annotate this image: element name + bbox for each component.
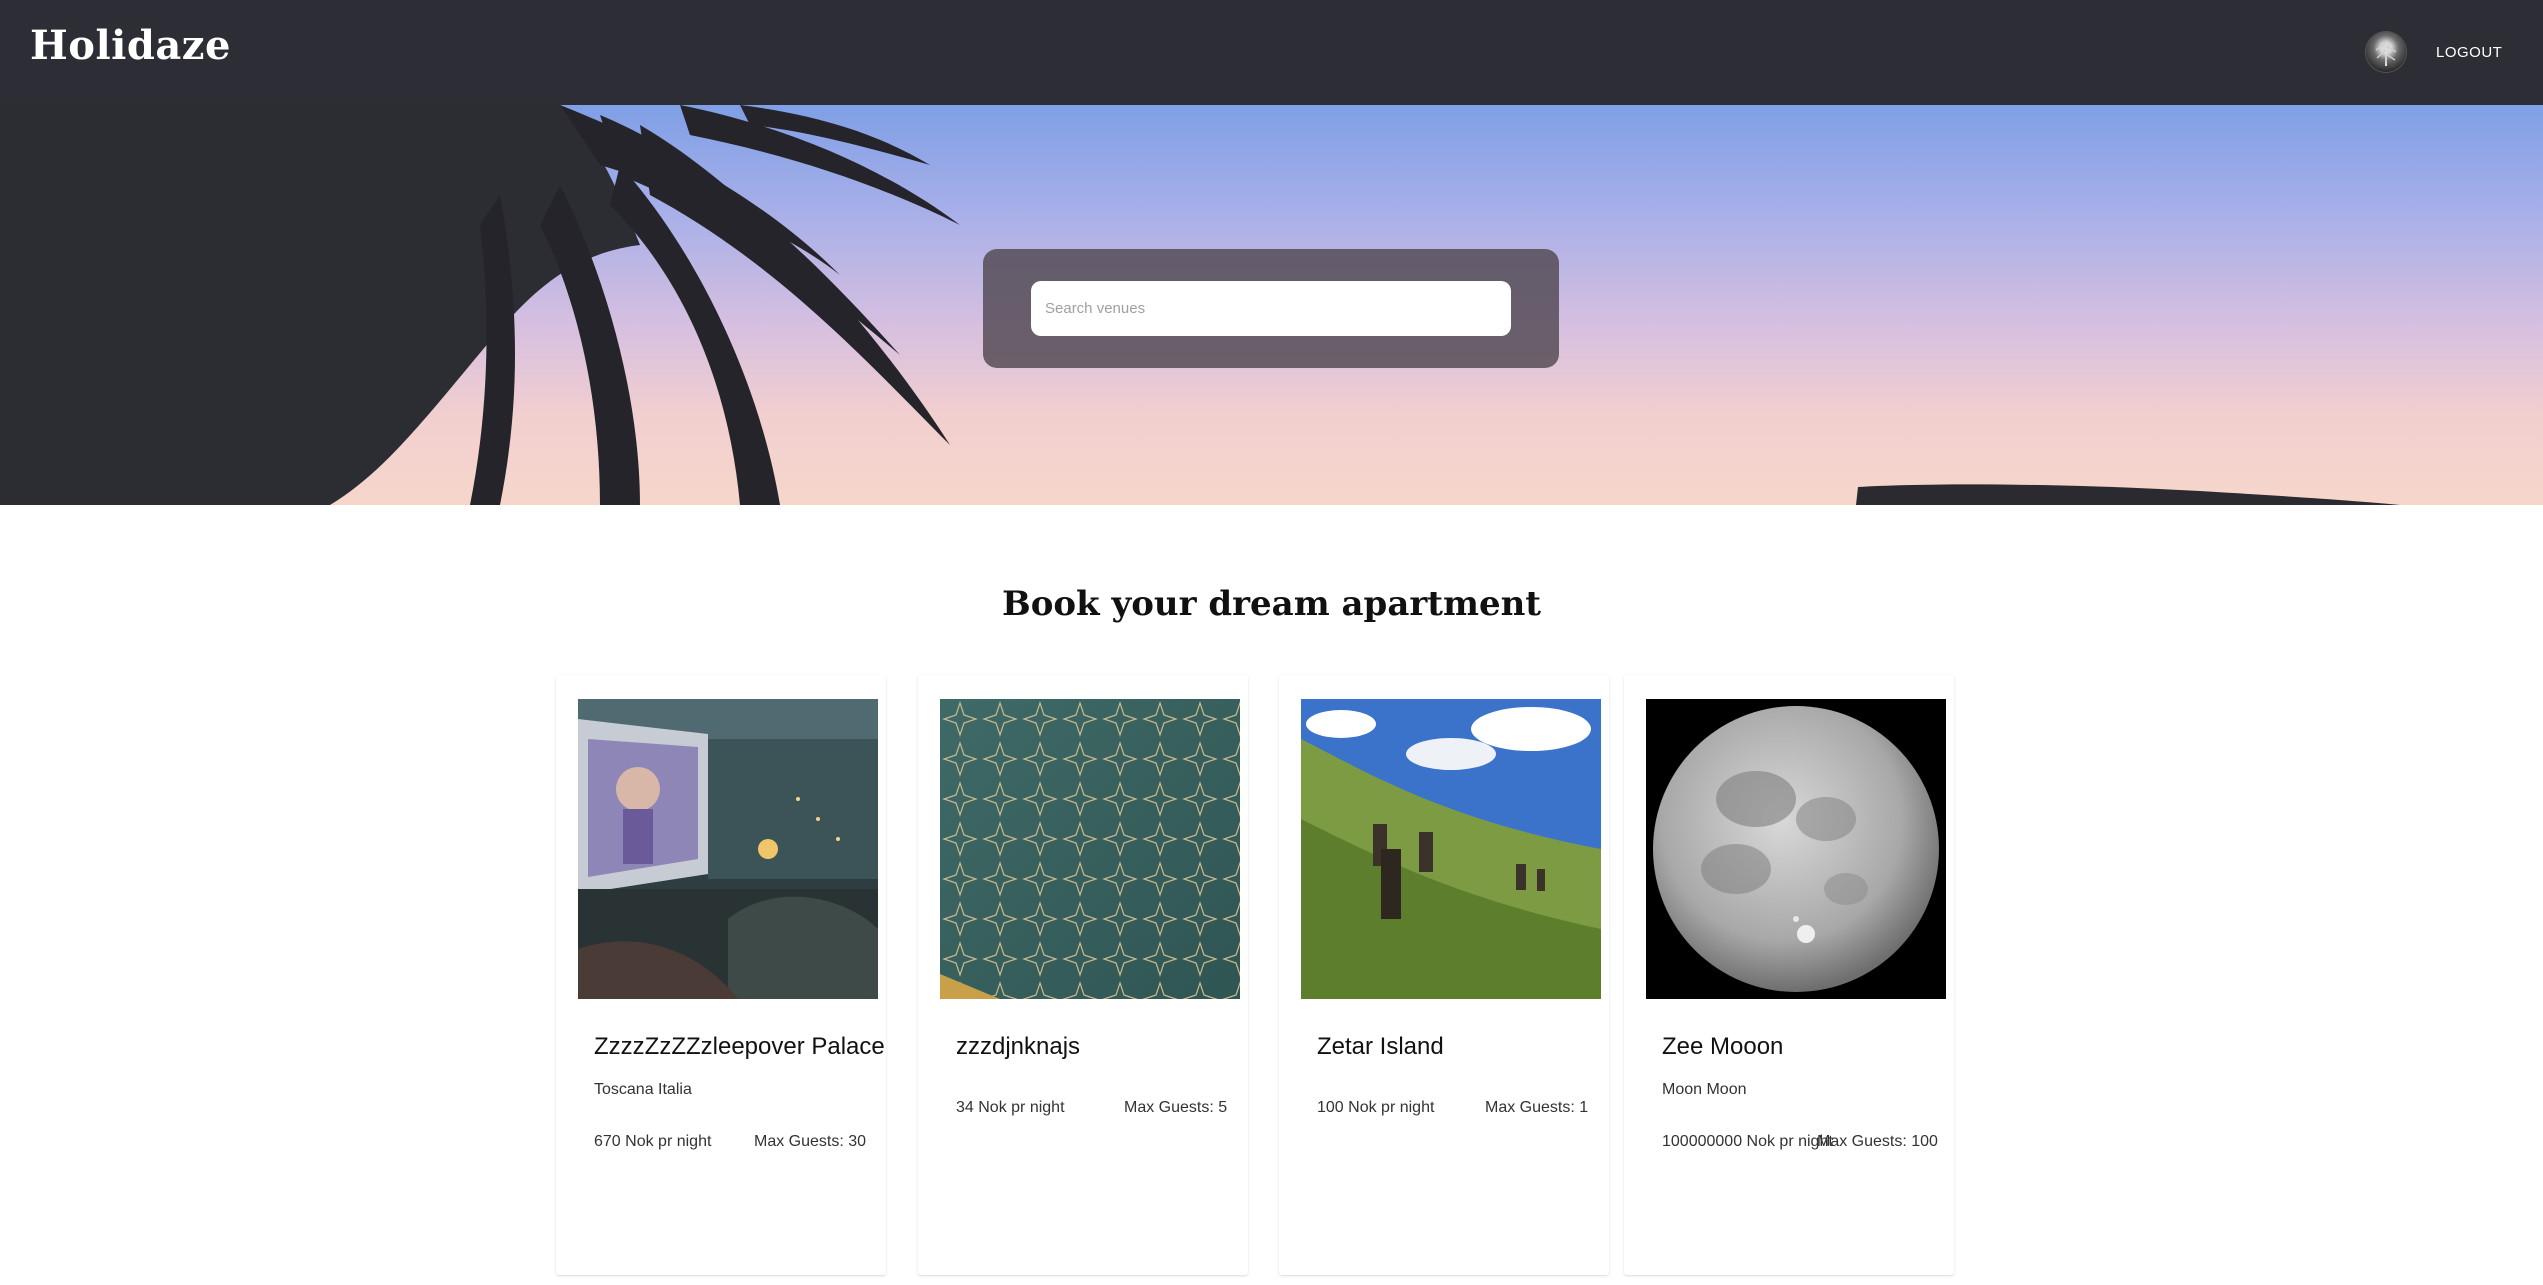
logout-button[interactable]: LOGOUT [2430,40,2508,65]
venue-name: ZzzzZzZZzleepover Palace [594,1033,885,1060]
venue-card[interactable]: zzzdjnknajs 34 Nok pr night Max Guests: … [918,675,1248,1275]
avatar-image [2375,38,2397,66]
user-avatar[interactable] [2366,32,2406,72]
venue-card[interactable]: ZzzzZzZZzleepover Palace Toscana Italia … [556,675,886,1275]
venue-location: Moon Moon [1662,1081,1747,1098]
venue-max-guests: Max Guests: 30 [754,1133,867,1150]
venue-image [940,699,1240,999]
venue-card[interactable]: Zee Mooon Moon Moon 100000000 Nok pr nig… [1624,675,1954,1275]
hero-banner [0,105,2543,505]
venue-name: Zetar Island [1317,1033,1444,1060]
venue-location: Toscana Italia [594,1081,692,1098]
search-panel [983,249,1559,368]
patterned-wall-image [940,699,1240,999]
logo[interactable]: Holidaze [30,22,231,69]
venue-price: 100000000 Nok pr night [1662,1133,1833,1150]
venue-image [1646,699,1946,999]
venue-card[interactable]: Zetar Island 100 Nok pr night Max Guests… [1279,675,1609,1275]
venue-name: zzzdjnknajs [956,1033,1081,1060]
venue-name: Zee Mooon [1662,1033,1784,1060]
outdoor-cinema-image [578,699,878,999]
venue-image [578,699,878,999]
venue-image [1301,699,1601,999]
section-title: Book your dream apartment [1001,584,1542,624]
island-statues-image [1301,699,1601,999]
venue-max-guests: Max Guests: 1 [1485,1099,1589,1116]
top-navbar: Holidaze LOGOUT [0,0,2543,105]
full-moon-image [1646,699,1946,999]
search-input[interactable] [1031,281,1511,336]
venue-max-guests: Max Guests: 100 [1817,1133,1938,1150]
venue-price: 100 Nok pr night [1317,1099,1435,1116]
venue-price: 34 Nok pr night [956,1099,1065,1116]
venue-max-guests: Max Guests: 5 [1124,1099,1228,1116]
venue-price: 670 Nok pr night [594,1133,712,1150]
